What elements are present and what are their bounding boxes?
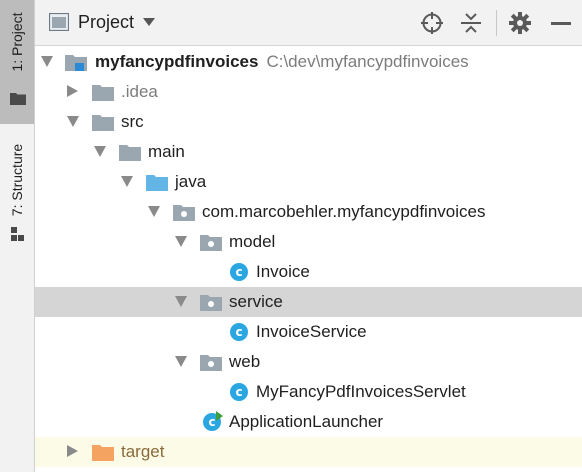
project-tool-tab-label: 1: Project xyxy=(9,12,25,72)
collapse-all-icon[interactable] xyxy=(458,10,484,36)
source-folder-icon xyxy=(146,175,168,191)
tree-row-web[interactable]: web xyxy=(35,347,582,377)
tool-window-strip: 1: Project 7: Structure xyxy=(0,0,35,472)
project-tree: myfancypdfinvoices C:\dev\myfancypdfinvoi… xyxy=(35,47,582,472)
package-icon xyxy=(200,355,222,371)
project-view-icon xyxy=(49,13,69,31)
expand-arrow-icon[interactable] xyxy=(175,236,187,247)
structure-tool-tab-label: 7: Structure xyxy=(9,143,25,217)
collapse-arrow-icon[interactable] xyxy=(67,85,78,97)
run-triangle-icon xyxy=(216,411,223,421)
folder-icon xyxy=(119,145,141,161)
tree-item-label: model xyxy=(229,232,276,251)
tree-item-label: com.marcobehler.myfancypdfinvoices xyxy=(202,202,486,221)
tree-row-servlet[interactable]: c MyFancyPdfInvoicesServlet xyxy=(35,377,582,407)
tree-row-application-launcher[interactable]: c ApplicationLauncher xyxy=(35,407,582,437)
tree-item-label: service xyxy=(229,292,283,311)
java-class-icon: c xyxy=(230,323,248,341)
tree-item-label: src xyxy=(121,112,144,131)
project-panel-header: Project xyxy=(35,0,582,46)
locate-target-icon[interactable] xyxy=(419,10,445,36)
package-icon xyxy=(200,235,222,251)
tree-item-label: ApplicationLauncher xyxy=(229,412,384,431)
tree-item-label: MyFancyPdfInvoicesServlet xyxy=(256,382,466,401)
view-dropdown-chevron-icon[interactable] xyxy=(143,18,155,26)
package-icon xyxy=(200,295,222,311)
tree-row-root[interactable]: myfancypdfinvoices C:\dev\myfancypdfinvoi… xyxy=(35,47,582,77)
project-tool-tab[interactable]: 1: Project xyxy=(0,0,34,124)
hide-panel-minimize-icon[interactable] xyxy=(548,10,574,36)
java-class-icon: c xyxy=(230,263,248,281)
folder-icon xyxy=(92,115,114,131)
tree-row-invoice-service[interactable]: c InvoiceService xyxy=(35,317,582,347)
expand-arrow-icon[interactable] xyxy=(94,146,106,157)
tree-row-target[interactable]: target xyxy=(35,437,582,467)
tree-root-label: myfancypdfinvoices C:\dev\myfancypdfinvoi… xyxy=(95,52,469,72)
excluded-folder-icon xyxy=(92,445,114,461)
tree-row-idea[interactable]: .idea xyxy=(35,77,582,107)
expand-arrow-icon[interactable] xyxy=(121,176,133,187)
tree-item-label: Invoice xyxy=(256,262,310,281)
tree-row-package[interactable]: com.marcobehler.myfancypdfinvoices xyxy=(35,197,582,227)
settings-gear-icon[interactable] xyxy=(507,10,533,36)
project-view-title[interactable]: Project xyxy=(78,12,134,33)
tree-item-label: java xyxy=(175,172,207,191)
tree-item-label: .idea xyxy=(121,82,158,101)
tree-row-model[interactable]: model xyxy=(35,227,582,257)
project-tool-icon xyxy=(10,93,26,105)
tree-item-label: InvoiceService xyxy=(256,322,367,341)
structure-tool-icon xyxy=(11,227,24,241)
folder-icon xyxy=(92,85,114,101)
package-icon xyxy=(173,205,195,221)
tree-row-invoice[interactable]: c Invoice xyxy=(35,257,582,287)
tree-item-label: main xyxy=(148,142,185,161)
tree-item-label: web xyxy=(229,352,261,371)
expand-arrow-icon[interactable] xyxy=(175,296,187,307)
expand-arrow-icon[interactable] xyxy=(67,116,79,127)
structure-tool-tab[interactable]: 7: Structure xyxy=(0,126,34,250)
tree-row-java[interactable]: java xyxy=(35,167,582,197)
root-project-name: myfancypdfinvoices xyxy=(95,52,259,71)
tree-row-main[interactable]: main xyxy=(35,137,582,167)
collapse-arrow-icon[interactable] xyxy=(67,445,78,457)
expand-arrow-icon[interactable] xyxy=(148,206,160,217)
tree-item-label: target xyxy=(121,442,165,461)
tree-row-service[interactable]: service xyxy=(35,287,582,317)
module-folder-icon xyxy=(65,55,87,71)
root-project-path: C:\dev\myfancypdfinvoices xyxy=(266,52,469,71)
expand-arrow-icon[interactable] xyxy=(41,56,53,67)
toolbar-separator xyxy=(496,10,497,36)
tree-row-src[interactable]: src xyxy=(35,107,582,137)
expand-arrow-icon[interactable] xyxy=(175,356,187,367)
java-class-icon: c xyxy=(230,383,248,401)
